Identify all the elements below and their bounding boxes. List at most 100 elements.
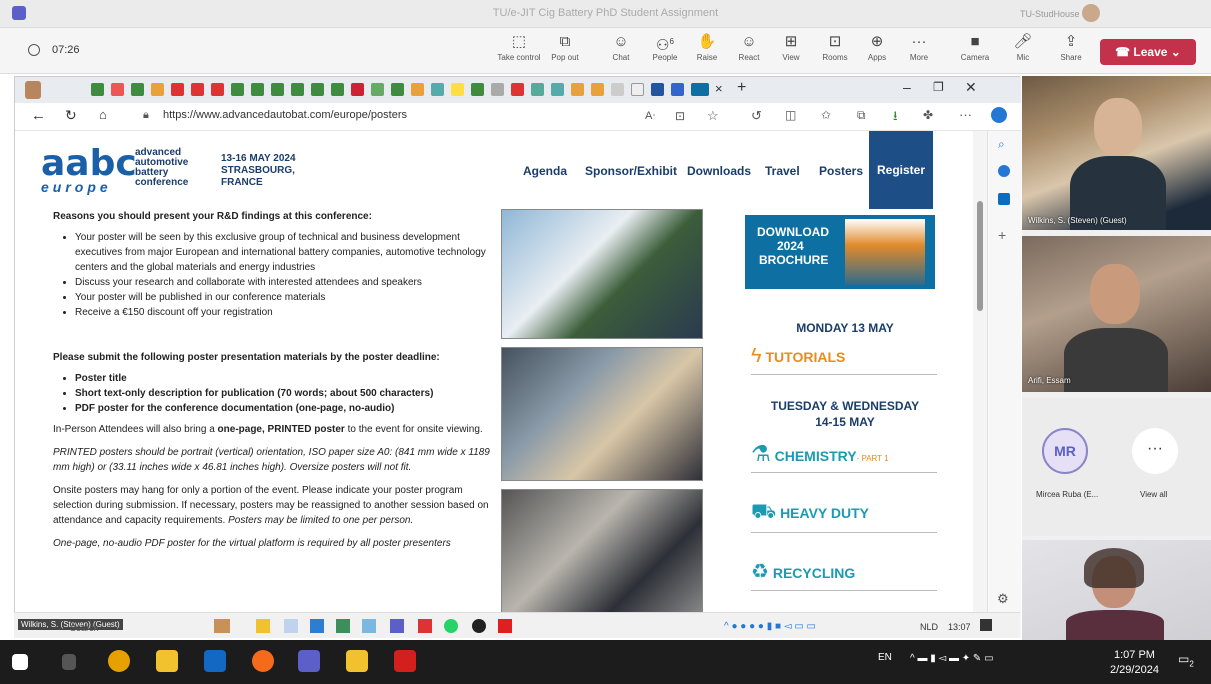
share-button[interactable]: ⇪ Share — [1048, 31, 1094, 71]
add-icon[interactable]: + — [998, 227, 1006, 243]
downloads-icon[interactable]: ⭳ — [893, 107, 898, 129]
participant-video[interactable] — [1022, 540, 1211, 640]
teams-icon[interactable] — [298, 650, 320, 672]
collections-icon[interactable]: ⧉ — [857, 108, 866, 123]
favorites-icon[interactable]: ✩ — [821, 108, 831, 122]
tab[interactable] — [411, 83, 424, 96]
heavy-duty-link[interactable]: ⛟ HEAVY DUTY — [751, 501, 937, 533]
tab-active[interactable] — [691, 83, 709, 96]
view-all-button[interactable]: ··· — [1132, 428, 1178, 474]
view-button[interactable]: ⊞ View — [768, 31, 814, 71]
register-button[interactable]: Register — [869, 131, 933, 209]
react-button[interactable]: ☺ React — [726, 31, 772, 71]
tab[interactable] — [91, 83, 104, 96]
tab[interactable] — [591, 83, 604, 96]
notification-icon[interactable] — [980, 619, 992, 631]
tab[interactable] — [371, 83, 384, 96]
minimize-icon[interactable]: – — [903, 79, 911, 95]
close-window-icon[interactable]: ✕ — [965, 79, 977, 96]
scroll-thumb[interactable] — [977, 201, 983, 311]
avatar[interactable] — [1082, 4, 1100, 22]
participant-video[interactable]: Arifi, Essam — [1022, 236, 1211, 392]
tab[interactable] — [231, 83, 244, 96]
discover-icon[interactable] — [998, 165, 1010, 177]
leave-button[interactable]: ☎ Leave ⌄ — [1100, 39, 1196, 65]
input-language[interactable]: EN — [878, 652, 892, 663]
reader-view-icon[interactable]: ⊡ — [675, 109, 685, 123]
app-icon[interactable] — [256, 619, 270, 633]
new-tab-icon[interactable]: + — [737, 79, 746, 97]
apps-button[interactable]: ⊕ Apps — [854, 31, 900, 71]
sidebar-settings-icon[interactable]: ⚙ — [997, 591, 1009, 607]
app-icon[interactable] — [390, 619, 404, 633]
system-tray-icons[interactable]: ^ ▬ ▮ ◅ ▬ ✦ ✎ ▭ — [910, 653, 994, 664]
more-button[interactable]: ··· More — [896, 31, 942, 71]
firefox-icon[interactable] — [252, 650, 274, 672]
tab[interactable] — [331, 83, 344, 96]
notification-center-icon[interactable]: ▭2 — [1178, 652, 1194, 668]
back-icon[interactable]: ← — [31, 107, 46, 124]
tab[interactable] — [491, 83, 504, 96]
tutorials-link[interactable]: ϟ TUTORIALS — [751, 345, 937, 375]
tab[interactable] — [611, 83, 624, 96]
page-scrollbar[interactable] — [973, 131, 987, 637]
refresh-page-icon[interactable]: ↺ — [751, 108, 762, 124]
app-icon[interactable] — [362, 619, 376, 633]
acrobat-icon[interactable] — [394, 650, 416, 672]
tab[interactable] — [211, 83, 224, 96]
raise-hand-button[interactable]: ✋ Raise — [684, 31, 730, 71]
participant-tile[interactable]: MR Mircea Ruba (E... ··· View all — [1022, 398, 1211, 536]
restore-icon[interactable]: ❐ — [933, 80, 944, 94]
tab[interactable] — [431, 83, 444, 96]
pdf-icon[interactable] — [498, 619, 512, 633]
tab[interactable] — [571, 83, 584, 96]
system-clock[interactable]: 1:07 PM 2/29/2024 — [1110, 648, 1159, 678]
tab[interactable] — [151, 83, 164, 96]
nav-posters[interactable]: Posters — [819, 164, 863, 178]
tab[interactable] — [111, 83, 124, 96]
outlook-icon[interactable] — [998, 193, 1010, 205]
tab[interactable] — [291, 83, 304, 96]
url-field[interactable]: https://www.advancedautobat.com/europe/p… — [163, 109, 407, 121]
profile-icon[interactable] — [25, 81, 41, 99]
tab[interactable] — [251, 83, 264, 96]
app-icon[interactable] — [284, 619, 298, 633]
tab[interactable] — [131, 83, 144, 96]
pop-out-button[interactable]: ⧉ Pop out — [542, 31, 588, 71]
nav-travel[interactable]: Travel — [765, 164, 800, 178]
tab[interactable] — [531, 83, 544, 96]
tab[interactable] — [451, 83, 464, 96]
chrome-icon[interactable] — [108, 650, 130, 672]
people-button[interactable]: ⚇6 People — [642, 31, 688, 71]
start-icon[interactable] — [12, 654, 28, 670]
tab[interactable] — [171, 83, 184, 96]
nav-agenda[interactable]: Agenda — [523, 164, 567, 178]
camera-button[interactable]: ■ Camera — [952, 31, 998, 71]
app-icon[interactable] — [214, 619, 230, 633]
whatsapp-icon[interactable] — [444, 619, 458, 633]
search-label[interactable]: Search — [70, 623, 99, 633]
home-icon[interactable]: ⌂ — [99, 107, 107, 122]
app-icon[interactable] — [336, 619, 350, 633]
tab[interactable] — [511, 83, 524, 96]
rooms-button[interactable]: ⊡ Rooms — [812, 31, 858, 71]
sticky-notes-icon[interactable] — [346, 650, 368, 672]
favorite-icon[interactable]: ☆ — [707, 108, 719, 124]
tab[interactable] — [551, 83, 564, 96]
participant-video[interactable]: Wilkins, S. (Steven) (Guest) — [1022, 76, 1211, 230]
mic-button[interactable]: 🎤︎ Mic — [1000, 31, 1046, 71]
extensions-icon[interactable]: ✤ — [923, 108, 933, 122]
file-explorer-icon[interactable] — [156, 650, 178, 672]
tab[interactable] — [471, 83, 484, 96]
settings-more-icon[interactable]: ··· — [959, 107, 972, 122]
outlook-icon[interactable] — [204, 650, 226, 672]
task-view-icon[interactable] — [62, 654, 76, 670]
tab[interactable] — [351, 83, 364, 96]
tab[interactable] — [631, 83, 644, 96]
tab[interactable] — [191, 83, 204, 96]
nav-downloads[interactable]: Downloads — [687, 164, 751, 178]
tab[interactable] — [271, 83, 284, 96]
tab[interactable] — [311, 83, 324, 96]
tab[interactable] — [671, 83, 684, 96]
tab[interactable] — [651, 83, 664, 96]
